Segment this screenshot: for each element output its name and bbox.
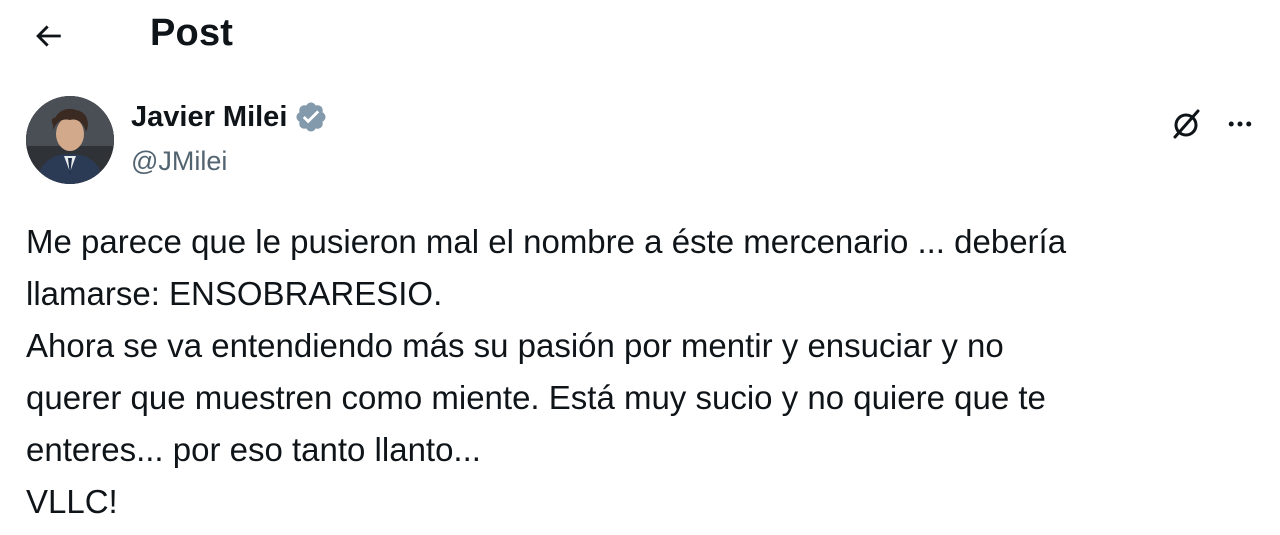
verified-badge-icon — [294, 100, 328, 134]
tweet-text: Me parece que le pusieron mal el nombre … — [26, 216, 1256, 528]
grok-button[interactable] — [1166, 104, 1206, 144]
more-horizontal-icon — [1228, 121, 1252, 127]
post-page: Post Javier Milei @JMilei Me parece que … — [0, 0, 1280, 535]
arrow-left-icon — [36, 25, 61, 47]
tweet-line: llamarse: ENSOBRARESIO. — [26, 275, 443, 312]
tweet-line: Ahora se va entendiendo más su pasión po… — [26, 327, 1004, 364]
tweet-line: Me parece que le pusieron mal el nombre … — [26, 223, 1067, 260]
avatar[interactable] — [26, 96, 114, 184]
author-name-text: Javier Milei — [131, 100, 288, 133]
tweet-line: querer que muestren como miente. Está mu… — [26, 379, 1046, 416]
author-row: Javier Milei @JMilei — [26, 96, 1256, 188]
tweet-line: enteres... por eso tanto llanto... — [26, 431, 481, 468]
back-button[interactable] — [28, 16, 68, 56]
avatar-photo — [26, 96, 114, 184]
author-display-name[interactable]: Javier Milei — [131, 100, 328, 134]
grok-icon — [1173, 109, 1200, 139]
more-button[interactable] — [1220, 104, 1260, 144]
author-handle[interactable]: @JMilei — [131, 146, 227, 177]
top-bar: Post — [0, 0, 1280, 70]
page-title: Post — [150, 12, 234, 54]
tweet-line: VLLC! — [26, 483, 118, 520]
